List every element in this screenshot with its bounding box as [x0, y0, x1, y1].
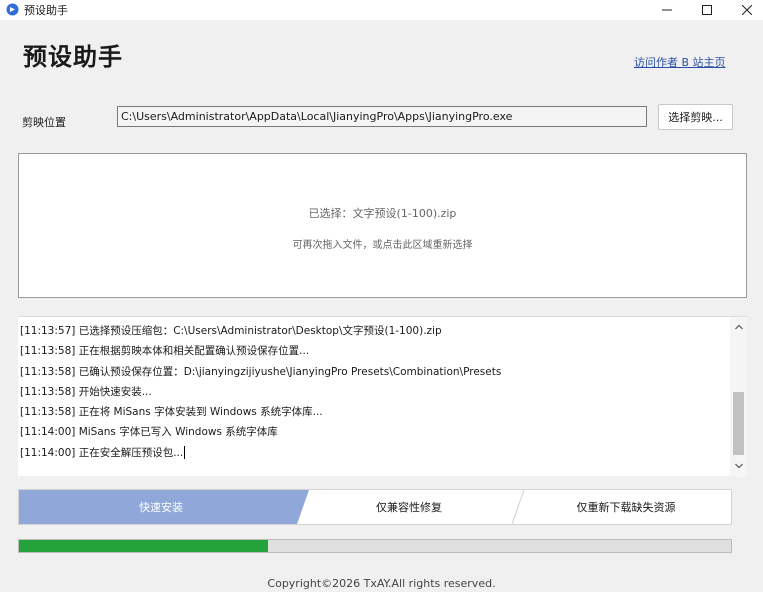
chevron-down-icon	[734, 463, 743, 469]
log-scrollbar[interactable]	[730, 317, 747, 477]
log-line: [11:14:00] MiSans 字体已写入 Windows 系统字体库	[20, 426, 278, 439]
app-icon	[6, 3, 19, 16]
log-line: [11:13:58] 正在根据剪映本体和相关配置确认预设保存位置...	[20, 345, 310, 358]
page-title: 预设助手	[23, 43, 123, 71]
preset-drop-zone[interactable]: 已选择：文字预设(1-100).zip 可再次拖入文件，或点击此区域重新选择	[18, 153, 747, 298]
chevron-up-icon	[734, 324, 743, 330]
mode-compat-repair[interactable]: 仅兼容性修复	[299, 490, 519, 524]
title-bar: 预设助手	[0, 0, 763, 20]
close-button[interactable]	[724, 0, 763, 20]
log-line: [11:13:57] 已选择预设压缩包：C:\Users\Administrat…	[20, 325, 442, 337]
scroll-down-button[interactable]	[730, 458, 747, 474]
minimize-icon	[662, 9, 672, 11]
scroll-thumb[interactable]	[733, 392, 744, 455]
log-panel[interactable]: [11:13:57] 已选择预设压缩包：C:\Users\Administrat…	[18, 316, 747, 477]
jianying-path-input[interactable]	[117, 106, 647, 127]
log-line: [11:13:58] 开始快速安装...	[20, 385, 152, 398]
author-homepage-link[interactable]: 访问作者 B 站主页	[634, 54, 726, 70]
log-line: [11:13:58] 已确认预设保存位置：D:\jianyingzijiyush…	[20, 365, 502, 378]
header: 预设助手 访问作者 B 站主页	[0, 20, 763, 90]
log-line-last: [11:14:00] 正在安全解压预设包...	[20, 443, 726, 463]
window-title: 预设助手	[24, 4, 68, 17]
install-mode-selector: 快速安装 仅兼容性修复 仅重新下载缺失资源	[18, 489, 732, 525]
selected-file-text: 已选择：文字预设(1-100).zip	[308, 207, 457, 220]
drop-hint-text: 可再次拖入文件，或点击此区域重新选择	[292, 240, 473, 251]
log-line: [11:13:58] 正在将 MiSans 字体安装到 Windows 系统字体…	[20, 406, 323, 419]
select-jianying-button[interactable]: 选择剪映...	[658, 104, 733, 130]
jianying-path-label: 剪映位置	[22, 116, 66, 129]
progress-bar	[18, 539, 732, 553]
progress-fill	[19, 540, 269, 552]
mode-fast-install[interactable]: 快速安装	[19, 490, 303, 524]
mode-redownload-missing[interactable]: 仅重新下载缺失资源	[519, 490, 731, 524]
maximize-icon	[702, 5, 712, 15]
close-icon	[742, 5, 752, 15]
log-line-text: [11:14:00] 正在安全解压预设包...	[20, 446, 184, 459]
copyright-footer: Copyright©2026 TxAY.All rights reserved.	[267, 577, 496, 590]
log-list: [11:13:57] 已选择预设压缩包：C:\Users\Administrat…	[20, 321, 726, 463]
scroll-up-button[interactable]	[730, 319, 747, 335]
text-caret	[184, 446, 186, 460]
